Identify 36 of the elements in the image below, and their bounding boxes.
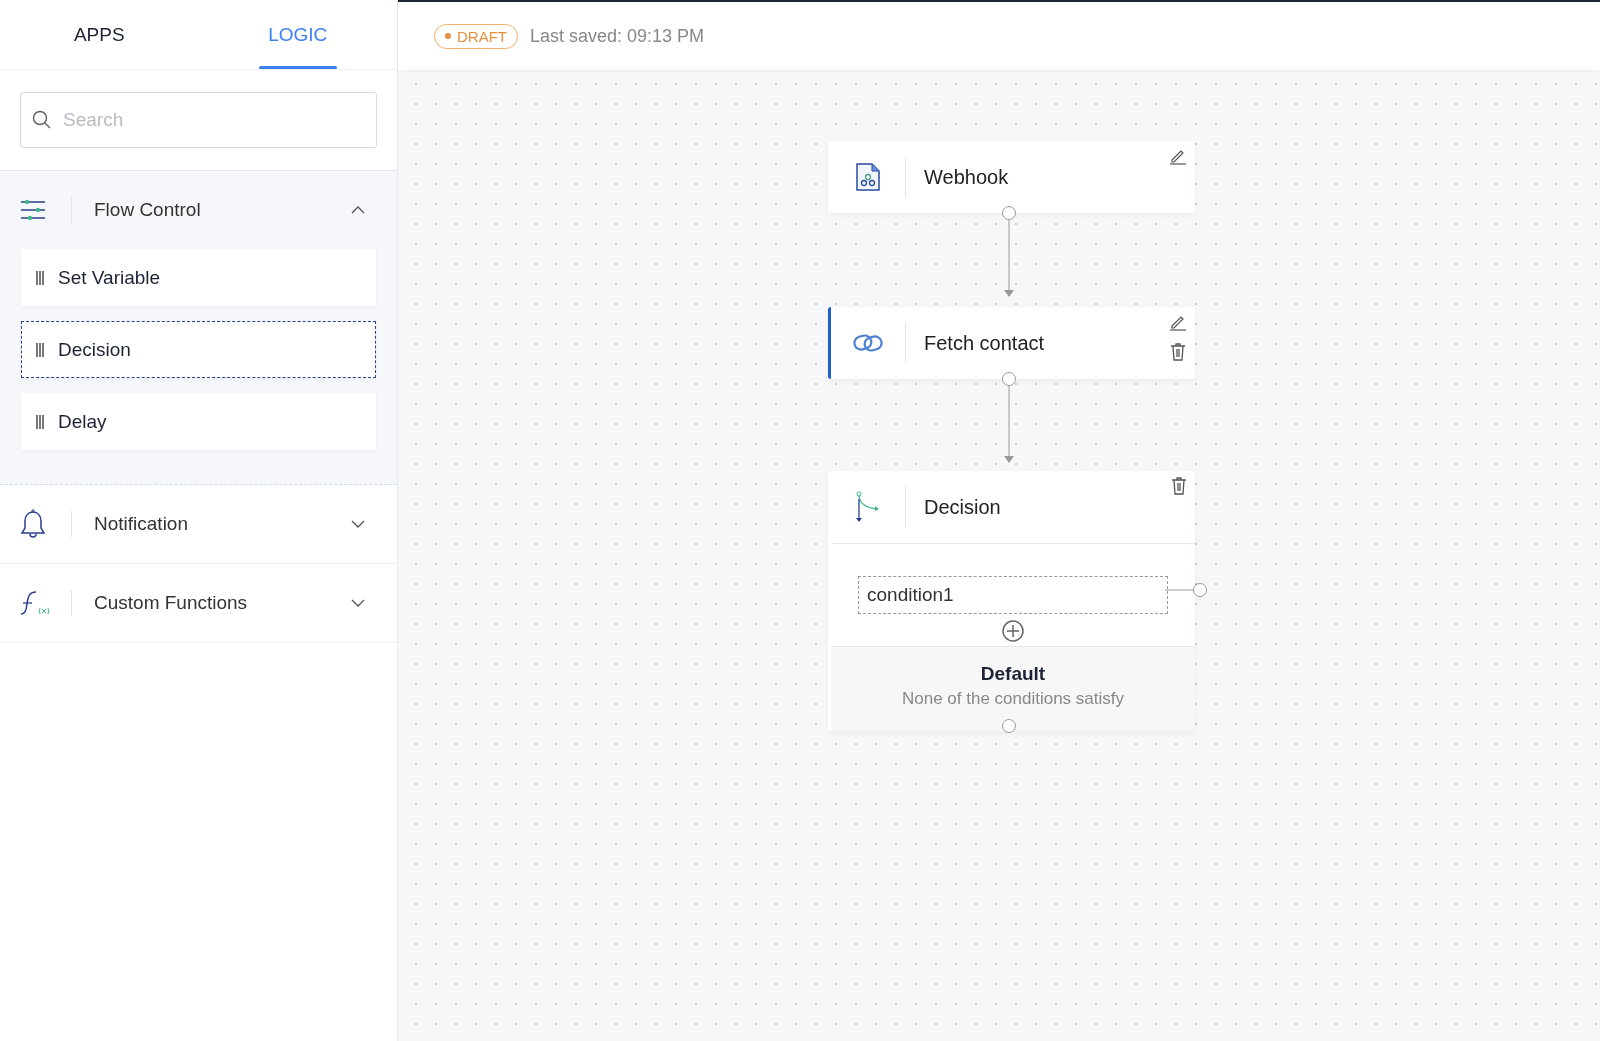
bell-icon: [20, 509, 46, 539]
delete-icon[interactable]: [1170, 343, 1186, 361]
flow-node[interactable]: Webhook: [828, 141, 1195, 213]
node-title: Decision: [924, 495, 1001, 519]
condition-field[interactable]: condition1: [858, 576, 1168, 614]
delete-icon[interactable]: [1171, 477, 1187, 495]
output-connector[interactable]: [1165, 582, 1209, 598]
drag-handle-icon[interactable]: [36, 270, 44, 285]
default-title: Default: [979, 663, 1047, 685]
flow-node[interactable]: Decision condition1 Default None of the conditions satisfy: [828, 471, 1195, 731]
default-description: None of the conditions satisfy: [900, 689, 1126, 709]
node-title: Webhook: [924, 165, 1009, 189]
accordion-header[interactable]: Flow Control: [0, 171, 397, 249]
chevron-down-icon[interactable]: [351, 599, 365, 607]
sliders-icon: [20, 199, 46, 221]
accordion-header[interactable]: Notification: [0, 485, 397, 563]
document-icon: [855, 162, 881, 192]
sidebar-tab[interactable]: LOGIC: [198, 0, 397, 69]
function-icon: [20, 590, 50, 616]
chevron-up-icon[interactable]: [351, 206, 365, 214]
branch-icon: [855, 491, 881, 523]
logic-item[interactable]: Decision: [21, 321, 376, 378]
chevron-down-icon[interactable]: [351, 520, 365, 528]
node-title: Fetch contact: [924, 331, 1045, 355]
drag-handle-icon[interactable]: [36, 342, 44, 357]
last-saved-text: Last saved: 09:13 PM: [530, 25, 705, 47]
accordion-header[interactable]: Custom Functions: [0, 564, 397, 642]
linked-rings-icon: [853, 332, 883, 354]
search-field[interactable]: Search: [20, 92, 377, 148]
sidebar-tab[interactable]: APPS: [0, 0, 199, 69]
search-icon: [32, 110, 52, 130]
logic-item[interactable]: Set Variable: [21, 249, 376, 306]
add-condition-icon[interactable]: [1002, 620, 1024, 642]
flow-node[interactable]: Fetch contact: [828, 307, 1195, 379]
logic-item[interactable]: Delay: [21, 393, 376, 450]
drag-handle-icon[interactable]: [36, 414, 44, 429]
